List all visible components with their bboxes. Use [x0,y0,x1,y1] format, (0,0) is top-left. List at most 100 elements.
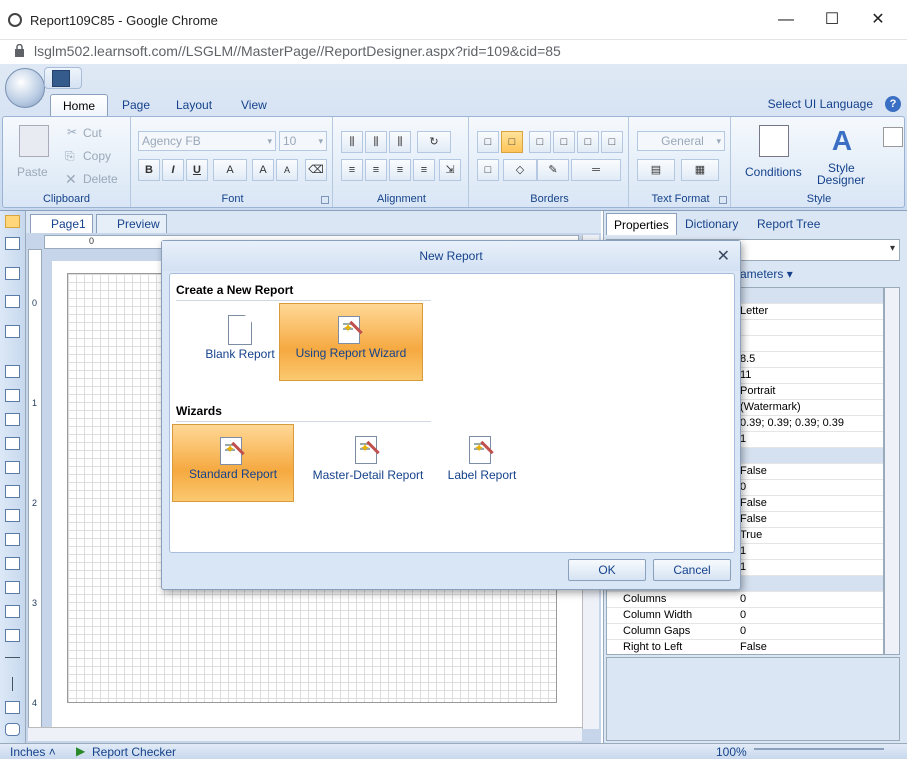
property-value[interactable]: (Watermark) [740,401,801,413]
property-row[interactable]: Column Width 0 [607,608,883,624]
underline-button[interactable]: U [186,159,208,181]
property-value[interactable]: 0 [740,593,746,605]
tab-view[interactable]: View [229,94,279,116]
property-value[interactable]: 0.39; 0.39; 0.39; 0.39 [740,417,844,429]
cross-band-tool-icon[interactable] [5,295,20,308]
pan-tool-icon[interactable] [5,237,20,250]
cut-button[interactable]: Cut [83,126,102,140]
format-icon[interactable]: ▤ [637,159,675,181]
label-tool-icon[interactable] [5,557,20,570]
conditions-button[interactable]: Conditions [745,165,802,179]
copy-button[interactable]: Copy [83,149,111,163]
close-window-button[interactable]: ✕ [866,8,890,32]
border-style-icon[interactable]: ═ [571,159,621,181]
property-value[interactable]: False [740,497,767,509]
text-format-dialog-launcher-icon[interactable] [719,196,727,204]
delete-button[interactable]: Delete [83,172,118,186]
report-checker-button[interactable]: Report Checker [92,745,176,759]
align-middle-icon[interactable]: ⫼ [365,131,387,153]
border-bottom-icon[interactable]: □ [577,131,599,153]
hline-tool-icon[interactable] [5,657,20,658]
tab-dictionary[interactable]: Dictionary [678,213,745,235]
panel-tool-icon[interactable] [5,461,20,474]
property-row[interactable]: Right to Left False [607,640,883,654]
property-value[interactable]: False [740,641,767,653]
property-value[interactable]: True [740,529,762,541]
word-wrap-icon[interactable]: ⇲ [439,159,461,181]
minimize-button[interactable]: — [774,8,798,32]
tab-page1[interactable]: Page1 [30,214,93,234]
property-row[interactable]: Columns 0 [607,592,883,608]
border-top-icon[interactable]: □ [529,131,551,153]
border-none-icon[interactable]: □ [501,131,523,153]
container-tool-icon[interactable] [5,509,20,522]
clear-format-icon[interactable]: ⌫ [305,159,327,181]
font-color-button[interactable]: A [213,159,247,181]
justify-icon[interactable]: ≡ [413,159,435,181]
application-menu-button[interactable] [5,68,45,108]
property-row[interactable]: Column Gaps 0 [607,624,883,640]
clone-tool-icon[interactable] [5,485,20,498]
property-value[interactable]: 0 [740,609,746,621]
property-scrollbar[interactable] [884,287,900,655]
pointer-tool-icon[interactable] [5,215,20,228]
property-value[interactable]: 0 [740,625,746,637]
style-designer-button-line2[interactable]: Designer [817,173,865,187]
property-value[interactable]: Letter [740,305,768,317]
subreport-tool-icon[interactable] [5,325,20,338]
horizontal-scrollbar[interactable] [28,727,582,741]
font-family-select[interactable]: Agency FB [138,131,276,151]
rectangle-tool-icon[interactable] [5,701,20,714]
master-detail-report-option[interactable]: ✦ Master-Detail Report [296,424,440,502]
property-value[interactable]: False [740,513,767,525]
report-wizard-option[interactable]: ✦ Using Report Wizard [279,303,423,381]
border-color-icon[interactable]: ✎ [537,159,569,181]
label-report-option[interactable]: ✦ Label Report [422,424,542,502]
shape-tool-icon[interactable] [5,629,20,642]
image-tool-icon[interactable] [5,581,20,594]
standard-report-option[interactable]: ✦ Standard Report [172,424,294,502]
units-dropdown[interactable]: Inches ˄ [10,745,56,759]
select-ui-language-dropdown[interactable]: Select UI Language [768,97,873,111]
tab-layout[interactable]: Layout [164,94,224,116]
align-left-icon[interactable]: ≡ [341,159,363,181]
zoom-slider[interactable] [754,748,884,750]
shadow-icon[interactable]: □ [477,159,499,181]
help-icon[interactable]: ? [885,96,901,112]
shrink-font-button[interactable]: A [276,159,298,181]
rotate-text-icon[interactable]: ↻ [417,131,451,153]
maximize-button[interactable]: ☐ [820,8,844,32]
tab-report-tree[interactable]: Report Tree [750,213,827,235]
font-size-select[interactable]: 10 [279,131,327,151]
align-top-icon[interactable]: ⫼ [341,131,363,153]
paste-button[interactable]: Paste [17,165,48,179]
style-designer-icon[interactable]: A [827,125,857,157]
barcode-tool-icon[interactable] [5,605,20,618]
tab-home[interactable]: Home [50,94,109,116]
parameters-dropdown[interactable]: ameters ▾ [740,267,793,281]
conditions-icon[interactable] [759,125,789,157]
bold-button[interactable]: B [138,159,160,181]
align-bottom-icon[interactable]: ⫼ [389,131,411,153]
italic-button[interactable]: I [162,159,184,181]
style-preview-box[interactable] [883,127,903,147]
address-bar[interactable]: lsglm502.learnsoft.com//LSGLM//MasterPag… [0,40,907,64]
tab-preview[interactable]: Preview [96,214,167,234]
tab-page[interactable]: Page [110,94,162,116]
rich-text-tool-icon[interactable] [5,389,20,402]
text-in-cells-tool-icon[interactable] [5,413,20,426]
fill-color-icon[interactable]: ◇ [503,159,537,181]
text-tool-icon[interactable] [5,365,20,378]
checkbox-tool-icon[interactable] [5,533,20,546]
vline-tool-icon[interactable] [12,677,13,691]
align-right-icon[interactable]: ≡ [389,159,411,181]
save-icon[interactable] [52,70,70,87]
format-options-icon[interactable]: ▦ [681,159,719,181]
paste-icon[interactable] [19,125,49,157]
rounded-rectangle-tool-icon[interactable] [5,723,20,736]
system-text-tool-icon[interactable] [5,437,20,450]
ok-button[interactable]: OK [568,559,646,581]
border-all-icon[interactable]: □ [477,131,499,153]
border-left-icon[interactable]: □ [553,131,575,153]
property-value[interactable]: 11 [740,369,751,381]
